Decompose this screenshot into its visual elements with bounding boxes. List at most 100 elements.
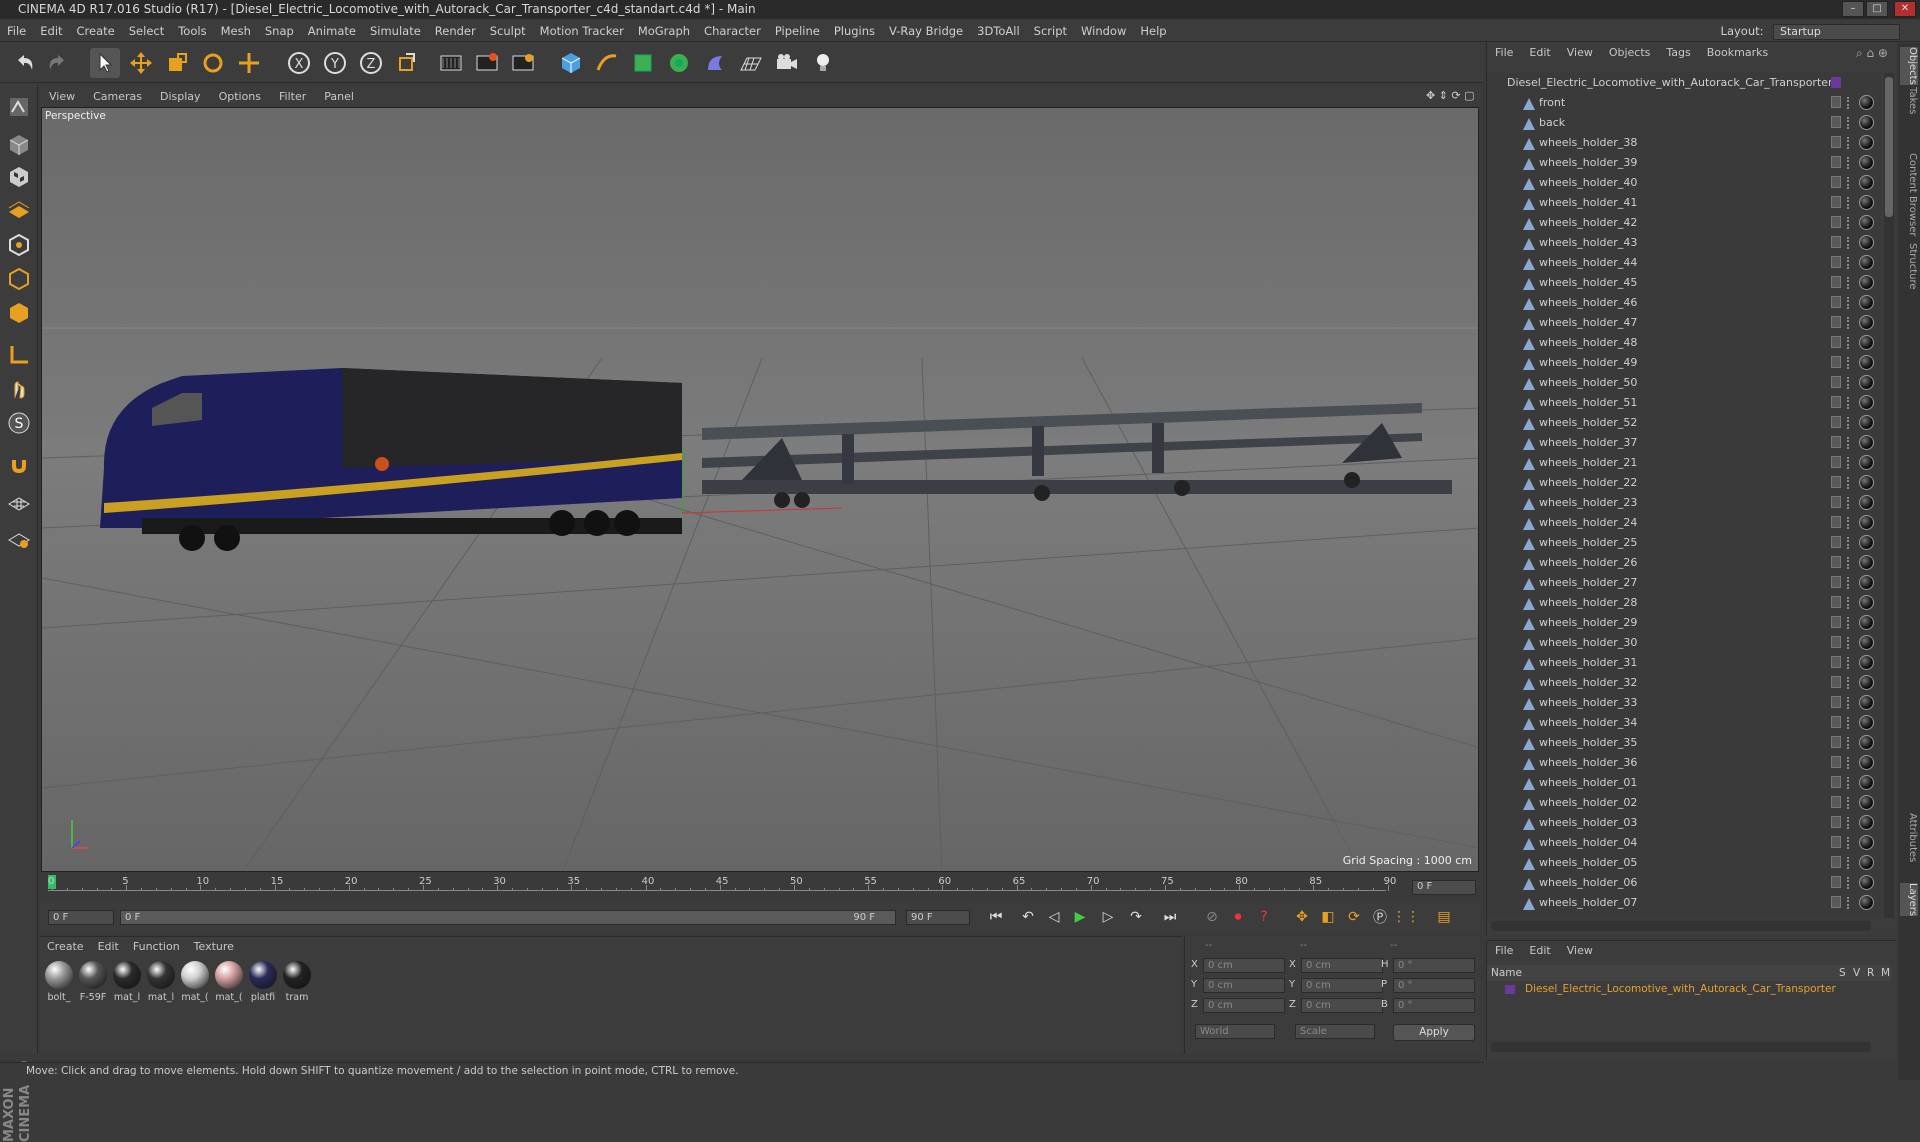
visibility-check-icon[interactable] xyxy=(1831,116,1841,128)
side-tab-structure[interactable]: Structure xyxy=(1900,243,1918,290)
visibility-check-icon[interactable] xyxy=(1831,636,1841,648)
material-tag-icon[interactable] xyxy=(1859,355,1874,370)
material-tag-icon[interactable] xyxy=(1859,135,1874,150)
material-tag-icon[interactable] xyxy=(1859,175,1874,190)
object-row[interactable]: wheels_holder_32 xyxy=(1487,673,1881,693)
visibility-check-icon[interactable] xyxy=(1831,296,1841,308)
material-tag-icon[interactable] xyxy=(1859,595,1874,610)
object-row[interactable]: wheels_holder_49 xyxy=(1487,353,1881,373)
object-row[interactable]: wheels_holder_50 xyxy=(1487,373,1881,393)
object-menu-view[interactable]: View xyxy=(1559,43,1601,63)
workplane-icon[interactable] xyxy=(4,194,34,224)
y-axis-lock-icon[interactable]: Y xyxy=(320,48,350,78)
autokey-icon[interactable]: ⏺ xyxy=(1226,906,1250,928)
object-row[interactable]: wheels_holder_01 xyxy=(1487,773,1881,793)
editor-render-dots-icon[interactable] xyxy=(1847,577,1851,589)
object-row[interactable]: wheels_holder_02 xyxy=(1487,793,1881,813)
editor-render-dots-icon[interactable] xyxy=(1847,617,1851,629)
key-scale-icon[interactable]: ◧ xyxy=(1316,906,1340,928)
material-tag-icon[interactable] xyxy=(1859,415,1874,430)
visibility-check-icon[interactable] xyxy=(1831,96,1841,108)
material-tag-icon[interactable] xyxy=(1859,875,1874,890)
visibility-check-icon[interactable] xyxy=(1831,136,1841,148)
object-row[interactable]: wheels_holder_05 xyxy=(1487,853,1881,873)
object-row[interactable]: wheels_holder_26 xyxy=(1487,553,1881,573)
menu-simulate[interactable]: Simulate xyxy=(363,20,428,42)
menu-edit[interactable]: Edit xyxy=(33,20,69,42)
menu-create[interactable]: Create xyxy=(70,20,122,42)
editor-render-dots-icon[interactable] xyxy=(1847,357,1851,369)
coord-field[interactable]: 0 cm xyxy=(1301,998,1383,1013)
menu-render[interactable]: Render xyxy=(428,20,483,42)
editor-render-dots-icon[interactable] xyxy=(1847,157,1851,169)
material-tag-icon[interactable] xyxy=(1859,755,1874,770)
visibility-check-icon[interactable] xyxy=(1831,716,1841,728)
editor-render-dots-icon[interactable] xyxy=(1847,217,1851,229)
material-tag-icon[interactable] xyxy=(1859,95,1874,110)
editor-render-dots-icon[interactable] xyxy=(1847,457,1851,469)
coord-field[interactable]: 0 ° xyxy=(1393,978,1475,993)
menu-plugins[interactable]: Plugins xyxy=(827,20,882,42)
object-row[interactable]: wheels_holder_51 xyxy=(1487,393,1881,413)
visibility-check-icon[interactable] xyxy=(1831,236,1841,248)
material-tag-icon[interactable] xyxy=(1859,535,1874,550)
points-mode-icon[interactable] xyxy=(4,230,34,260)
key-pla-icon[interactable]: ⋮⋮ xyxy=(1394,906,1418,928)
editor-render-dots-icon[interactable] xyxy=(1847,837,1851,849)
visibility-check-icon[interactable] xyxy=(1831,896,1841,908)
render-picture-viewer-icon[interactable] xyxy=(472,48,502,78)
editor-render-dots-icon[interactable] xyxy=(1847,257,1851,269)
menu-character[interactable]: Character xyxy=(697,20,768,42)
transform-tool-icon[interactable] xyxy=(234,48,264,78)
material-tag-icon[interactable] xyxy=(1859,815,1874,830)
menu-motion-tracker[interactable]: Motion Tracker xyxy=(533,20,631,42)
world-dropdown[interactable]: World xyxy=(1195,1024,1275,1039)
material-tag-icon[interactable] xyxy=(1859,895,1874,910)
scale-dropdown[interactable]: Scale xyxy=(1295,1024,1375,1039)
visibility-check-icon[interactable] xyxy=(1831,456,1841,468)
material-tag-icon[interactable] xyxy=(1859,295,1874,310)
object-scrollbar[interactable] xyxy=(1884,73,1894,918)
object-row[interactable]: wheels_holder_40 xyxy=(1487,173,1881,193)
material-tag-icon[interactable] xyxy=(1859,615,1874,630)
material-tag-icon[interactable] xyxy=(1859,775,1874,790)
object-menu-edit[interactable]: Edit xyxy=(1521,43,1558,63)
polygons-mode-icon[interactable] xyxy=(4,298,34,328)
minimize-button[interactable]: – xyxy=(1842,1,1864,17)
material-item[interactable]: mat_l xyxy=(112,961,142,1007)
material-menu-edit[interactable]: Edit xyxy=(91,937,126,957)
material-tag-icon[interactable] xyxy=(1859,455,1874,470)
material-tag-icon[interactable] xyxy=(1859,395,1874,410)
object-row[interactable]: wheels_holder_30 xyxy=(1487,633,1881,653)
material-tag-icon[interactable] xyxy=(1859,635,1874,650)
visibility-check-icon[interactable] xyxy=(1831,796,1841,808)
editor-render-dots-icon[interactable] xyxy=(1847,337,1851,349)
layer-menu-edit[interactable]: Edit xyxy=(1521,941,1558,961)
menu-3dtoall[interactable]: 3DToAll xyxy=(970,20,1027,42)
editor-render-dots-icon[interactable] xyxy=(1847,677,1851,689)
close-button[interactable]: ✕ xyxy=(1894,1,1916,17)
side-tab-takes[interactable]: Takes xyxy=(1900,87,1918,114)
visibility-check-icon[interactable] xyxy=(1831,316,1841,328)
object-row[interactable]: wheels_holder_07 xyxy=(1487,893,1881,913)
editor-render-dots-icon[interactable] xyxy=(1847,717,1851,729)
editor-render-dots-icon[interactable] xyxy=(1847,477,1851,489)
menu-select[interactable]: Select xyxy=(122,20,171,42)
menu-mesh[interactable]: Mesh xyxy=(214,20,258,42)
object-row[interactable]: wheels_holder_27 xyxy=(1487,573,1881,593)
object-manager-tools-icon[interactable]: ⌕ ⌂ ⊕ xyxy=(1856,46,1888,61)
coordinate-system-icon[interactable] xyxy=(392,48,422,78)
z-axis-lock-icon[interactable]: Z xyxy=(356,48,386,78)
cube-object-icon[interactable] xyxy=(556,48,586,78)
axis-mode-icon[interactable] xyxy=(4,340,34,370)
current-frame-field[interactable]: 0 F xyxy=(1412,880,1476,895)
timeline-layout-icon[interactable]: ▤ xyxy=(1432,906,1456,928)
range-slider[interactable]: 0 F 90 F xyxy=(120,910,896,925)
visibility-check-icon[interactable] xyxy=(1831,856,1841,868)
viewport-menu-panel[interactable]: Panel xyxy=(315,87,363,106)
object-row[interactable]: wheels_holder_21 xyxy=(1487,453,1881,473)
layer-menu-view[interactable]: View xyxy=(1559,941,1601,961)
previous-frame-icon[interactable]: ◁ xyxy=(1042,906,1066,928)
keyframe-selection-icon[interactable]: ? xyxy=(1252,906,1276,928)
material-tag-icon[interactable] xyxy=(1859,475,1874,490)
